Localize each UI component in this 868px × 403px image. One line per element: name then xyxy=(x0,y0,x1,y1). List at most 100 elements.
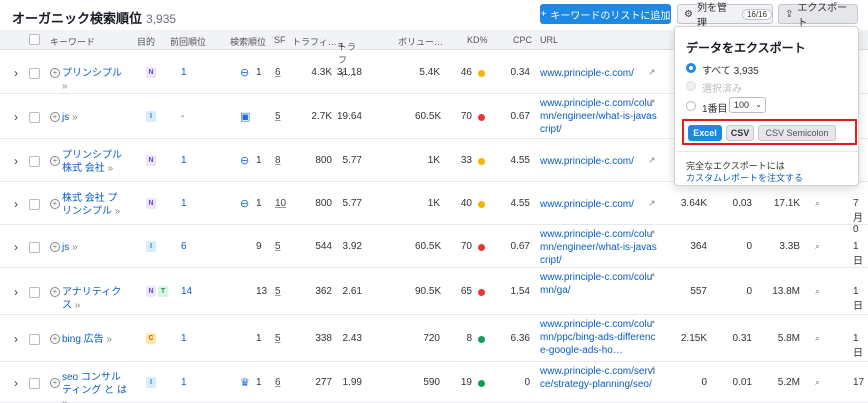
keyword-link[interactable]: js » xyxy=(62,111,127,124)
url-link[interactable]: www.principle-c.com/column/engineer/what… xyxy=(540,97,660,136)
expand-row-chevron-icon[interactable]: › xyxy=(14,332,18,346)
keyword-text: アナリティクス xyxy=(62,287,122,311)
external-link-icon[interactable]: ↗ xyxy=(648,228,656,239)
position: 1 xyxy=(256,198,262,209)
keyword-difficulty: 65 xyxy=(460,286,472,297)
external-link-icon[interactable]: ↗ xyxy=(648,155,656,166)
serp-icon[interactable]: ⌕ xyxy=(815,198,820,209)
traffic-percent: 5.77 xyxy=(342,198,362,209)
add-keyword-icon[interactable]: + xyxy=(50,199,60,209)
radio-selected[interactable] xyxy=(686,81,696,91)
serp-features-count[interactable]: 10 xyxy=(275,198,286,209)
row-checkbox[interactable] xyxy=(29,112,40,123)
row-checkbox[interactable] xyxy=(29,334,40,345)
row-checkbox[interactable] xyxy=(29,378,40,389)
add-keyword-icon[interactable]: + xyxy=(50,378,60,388)
row-checkbox[interactable] xyxy=(29,156,40,167)
add-keyword-icon[interactable]: + xyxy=(50,334,60,344)
export-csv-button[interactable]: CSV xyxy=(726,125,754,141)
external-link-icon[interactable]: ↗ xyxy=(648,318,656,329)
add-keyword-icon[interactable]: + xyxy=(50,68,60,78)
row-checkbox[interactable] xyxy=(29,287,40,298)
keyword-link[interactable]: bing 広告 » xyxy=(62,333,127,346)
export-button[interactable]: ⇪ エクスポート xyxy=(778,3,858,29)
competition-density: 0 xyxy=(746,241,752,252)
col-sf[interactable]: SF xyxy=(274,35,286,45)
serp-features-count[interactable]: 5 xyxy=(275,286,281,297)
col-url[interactable]: URL xyxy=(540,35,558,45)
url-link[interactable]: www.principle-c.com/ xyxy=(540,155,660,168)
col-kd[interactable]: KD% xyxy=(467,35,488,45)
external-link-icon[interactable]: ↗ xyxy=(648,67,656,78)
cpc: 0.67 xyxy=(510,111,530,122)
external-link-icon[interactable]: ↗ xyxy=(648,365,656,376)
external-link-icon[interactable]: ↗ xyxy=(648,97,656,108)
traffic-percent: 1.99 xyxy=(342,377,362,388)
serp-features-count[interactable]: 5 xyxy=(275,111,281,122)
traffic: 2.7K xyxy=(311,111,332,122)
add-keyword-icon[interactable]: + xyxy=(50,287,60,297)
position: 1 xyxy=(256,67,262,78)
col-prev-position[interactable]: 前回順位 xyxy=(170,35,206,48)
serp-features-count[interactable]: 5 xyxy=(275,333,281,344)
col-intent[interactable]: 目的 xyxy=(137,35,155,48)
url-link[interactable]: www.principle-c.com/column/ga/ xyxy=(540,271,660,297)
serp-icon[interactable]: ⌕ xyxy=(815,241,820,252)
row-checkbox[interactable] xyxy=(29,242,40,253)
add-keyword-icon[interactable]: + xyxy=(50,112,60,122)
serp-features-count[interactable]: 6 xyxy=(275,377,281,388)
radio-all[interactable] xyxy=(686,63,696,73)
col-keyword[interactable]: キーワード xyxy=(50,35,95,48)
keyword-link[interactable]: アナリティクス » xyxy=(62,286,127,312)
serp-features-count[interactable]: 8 xyxy=(275,155,281,166)
expand-row-chevron-icon[interactable]: › xyxy=(14,197,18,211)
table-row: › + 株式 会社 プリンシプル » N 1 ⊖ 1 10 800 5.77 1K 40 4.55 www… xyxy=(0,182,868,235)
row-checkbox[interactable] xyxy=(29,199,40,210)
expand-row-chevron-icon[interactable]: › xyxy=(14,110,18,124)
expand-row-chevron-icon[interactable]: › xyxy=(14,154,18,168)
export-csv-semicolon-button[interactable]: CSV Semicolon xyxy=(758,125,836,141)
url-link[interactable]: www.principle-c.com/ xyxy=(540,198,660,211)
url-link[interactable]: www.principle-c.com/column/engineer/what… xyxy=(540,228,660,267)
cpc: 4.55 xyxy=(510,155,530,166)
expand-row-chevron-icon[interactable]: › xyxy=(14,240,18,254)
add-keyword-icon[interactable]: + xyxy=(50,156,60,166)
url-link[interactable]: www.principle-c.com/column/ppc/bing-ads-… xyxy=(540,318,660,357)
custom-report-link[interactable]: カスタムレポートを注文する xyxy=(686,171,803,184)
keyword-link[interactable]: プリンシプル 株式 会社 » xyxy=(62,149,127,175)
col-position[interactable]: 検索順位 xyxy=(230,35,266,48)
expand-row-chevron-icon[interactable]: › xyxy=(14,285,18,299)
export-excel-button[interactable]: Excel xyxy=(688,125,722,141)
serp-icon[interactable]: ⌕ xyxy=(815,286,820,297)
add-to-keyword-list-button[interactable]: + キーワードのリストに追加 xyxy=(540,4,671,24)
col-cpc[interactable]: CPC xyxy=(513,35,532,45)
url-link[interactable]: www.principle-c.com/ xyxy=(540,67,660,80)
first-count-select[interactable]: 100 ⌄ xyxy=(729,97,766,113)
serp-features-count[interactable]: 5 xyxy=(275,241,281,252)
external-link-icon[interactable]: ↗ xyxy=(648,271,656,282)
keyword-link[interactable]: seo コンサルティング と は » xyxy=(62,371,127,403)
keyword-link[interactable]: プリンシプル » xyxy=(62,67,127,93)
sort-icon: ≡ xyxy=(338,40,344,50)
serp-features-count[interactable]: 6 xyxy=(275,67,281,78)
kd-indicator-dot xyxy=(478,380,485,387)
col-volume[interactable]: ボリュー… xyxy=(398,35,443,48)
external-link-icon[interactable]: ↗ xyxy=(648,198,656,209)
url-link[interactable]: www.principle-c.com/service/strategy-pla… xyxy=(540,365,660,391)
intent-badge: C xyxy=(146,333,156,344)
manage-columns-button[interactable]: ⚙ 列を管理 16/16 xyxy=(677,3,773,29)
crown-icon: ♛ xyxy=(240,377,250,389)
add-keyword-icon[interactable]: + xyxy=(50,242,60,252)
select-all-checkbox[interactable] xyxy=(29,34,40,45)
expand-row-chevron-icon[interactable]: › xyxy=(14,376,18,390)
expand-row-chevron-icon[interactable]: › xyxy=(14,66,18,80)
col-traffic[interactable]: トラフィ… xyxy=(292,35,337,48)
row-checkbox[interactable] xyxy=(29,68,40,79)
serp-icon[interactable]: ⌕ xyxy=(815,333,820,344)
updated-date: 17 xyxy=(853,377,865,388)
keyword-link[interactable]: 株式 会社 プリンシプル » xyxy=(62,192,127,218)
keyword-link[interactable]: js » xyxy=(62,241,127,254)
table-row: › + アナリティクス » N T 14 13 5 362 2.61 90.5K 65 1.54 www.… xyxy=(0,268,868,315)
radio-first[interactable] xyxy=(686,101,696,111)
serp-icon[interactable]: ⌕ xyxy=(815,377,820,388)
